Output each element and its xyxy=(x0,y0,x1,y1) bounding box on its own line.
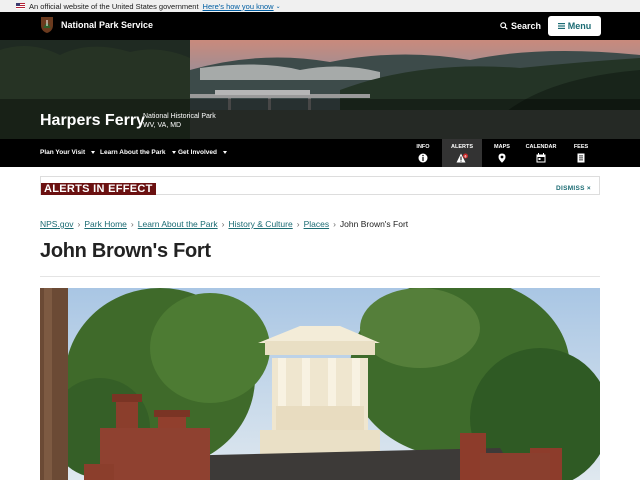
fort-photo-image xyxy=(40,288,600,480)
menu-button[interactable]: Menu xyxy=(548,16,601,36)
quick-link-info[interactable]: INFO xyxy=(403,139,443,167)
info-icon xyxy=(418,153,428,163)
nav-plan-your-visit[interactable]: Plan Your Visit xyxy=(40,149,96,156)
park-designation-text: National Historical Park xyxy=(143,113,216,120)
nps-header: National Park Service Search Menu xyxy=(0,12,640,40)
nps-title[interactable]: National Park Service xyxy=(61,20,153,30)
breadcrumb-places[interactable]: Places xyxy=(304,219,330,229)
chevron-right-icon: › xyxy=(296,219,300,229)
page-title: John Brown's Fort xyxy=(40,240,211,262)
quick-link-fees-label: FEES xyxy=(573,144,589,150)
chevron-right-icon: › xyxy=(333,219,336,229)
quick-link-info-label: INFO xyxy=(416,144,430,150)
alerts-in-effect-heading[interactable]: ALERTS IN EFFECT xyxy=(41,183,156,195)
search-button[interactable]: Search xyxy=(500,18,541,34)
breadcrumb: NPS.gov › Park Home › Learn About the Pa… xyxy=(40,219,408,229)
quick-link-maps-label: MAPS xyxy=(494,144,510,150)
nav-plan-your-visit-label: Plan Your Visit xyxy=(40,149,86,156)
dismiss-alerts-button[interactable]: DISMISS × xyxy=(556,185,591,192)
john-browns-fort-photo[interactable] xyxy=(40,288,600,480)
caret-down-icon xyxy=(223,151,228,154)
quick-link-alerts[interactable]: ALERTS 6 xyxy=(442,139,482,167)
quick-link-fees[interactable]: FEES xyxy=(561,139,601,167)
chevron-right-icon: › xyxy=(221,219,225,229)
breadcrumb-learn-about-the-park[interactable]: Learn About the Park xyxy=(138,219,218,229)
breadcrumb-nps-gov[interactable]: NPS.gov xyxy=(40,219,74,229)
alert-icon: 6 xyxy=(456,153,468,163)
breadcrumb-history-culture[interactable]: History & Culture xyxy=(228,219,292,229)
nav-learn-about-the-park[interactable]: Learn About the Park xyxy=(100,149,176,156)
quick-link-maps[interactable]: MAPS xyxy=(482,139,522,167)
breadcrumb-current: John Brown's Fort xyxy=(339,219,409,229)
search-icon xyxy=(500,22,508,30)
caret-down-icon xyxy=(171,151,176,154)
gov-banner-text: An official website of the United States… xyxy=(29,1,199,11)
map-pin-icon xyxy=(498,153,506,163)
us-flag-icon xyxy=(16,3,25,9)
park-states: WV, VA, MD xyxy=(143,122,182,129)
caret-down-icon xyxy=(91,151,96,154)
title-divider xyxy=(40,276,600,277)
hero-banner: Harpers Ferry National Historical Park W… xyxy=(0,40,640,139)
menu-label: Menu xyxy=(567,21,592,31)
chevron-right-icon: › xyxy=(77,219,81,229)
nav-learn-about-the-park-label: Learn About the Park xyxy=(100,149,166,156)
heres-how-you-know-link[interactable]: Here's how you know xyxy=(203,2,274,11)
hamburger-icon xyxy=(557,23,565,29)
quick-link-alerts-label: ALERTS xyxy=(451,144,473,150)
nps-arrowhead-logo[interactable] xyxy=(40,16,54,34)
park-name[interactable]: Harpers Ferry xyxy=(40,112,145,130)
gov-banner: An official website of the United States… xyxy=(0,0,640,12)
alerts-panel: ALERTS IN EFFECT DISMISS × xyxy=(40,176,600,195)
breadcrumb-park-home[interactable]: Park Home xyxy=(84,219,127,229)
quick-link-calendar-label: CALENDAR xyxy=(525,144,557,150)
search-label: Search xyxy=(511,21,542,31)
calendar-icon xyxy=(536,153,546,163)
chevron-down-icon[interactable]: ⌄ xyxy=(276,3,281,10)
fees-icon xyxy=(577,153,585,163)
quick-link-calendar[interactable]: CALENDAR xyxy=(521,139,561,167)
nav-get-involved[interactable]: Get Involved xyxy=(178,149,228,156)
chevron-right-icon: › xyxy=(130,219,134,229)
park-nav: Plan Your Visit Learn About the Park Get… xyxy=(0,139,640,167)
park-designation: National Historical Park WV, VA, MD xyxy=(143,112,216,130)
nav-get-involved-label: Get Involved xyxy=(178,149,218,156)
alert-count-badge: 6 xyxy=(465,154,467,158)
